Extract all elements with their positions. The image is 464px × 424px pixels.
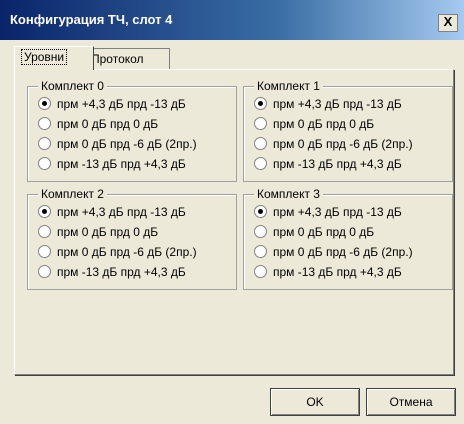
- radio-option[interactable]: прм +4,3 дБ прд -13 дБ: [254, 203, 402, 221]
- tab-panel-levels: Комплект 0 прм +4,3 дБ прд -13 дБ прм 0 …: [14, 69, 454, 375]
- radio-option[interactable]: прм 0 дБ прд -6 дБ (2пр.): [254, 243, 413, 261]
- tab-levels[interactable]: Уровни: [14, 46, 94, 70]
- radio-label: прм +4,3 дБ прд -13 дБ: [57, 205, 186, 219]
- tab-protocol[interactable]: Протокол: [84, 48, 170, 69]
- radio-icon[interactable]: [254, 245, 267, 259]
- radio-option[interactable]: прм 0 дБ прд 0 дБ: [254, 115, 374, 133]
- cancel-button[interactable]: Отмена: [366, 388, 456, 416]
- radio-icon[interactable]: [38, 157, 51, 171]
- group-legend: Комплект 0: [38, 79, 107, 93]
- radio-icon[interactable]: [38, 245, 51, 259]
- radio-icon[interactable]: [254, 97, 267, 111]
- radio-label: прм -13 дБ прд +4,3 дБ: [273, 265, 402, 279]
- radio-option[interactable]: прм 0 дБ прд -6 дБ (2пр.): [38, 135, 197, 153]
- radio-label: прм +4,3 дБ прд -13 дБ: [57, 97, 186, 111]
- radio-label: прм -13 дБ прд +4,3 дБ: [57, 157, 186, 171]
- radio-icon[interactable]: [254, 117, 267, 131]
- radio-label: прм 0 дБ прд -6 дБ (2пр.): [273, 245, 413, 259]
- tab-protocol-label: Протокол: [91, 52, 144, 66]
- group-komplekt-2: Комплект 2 прм +4,3 дБ прд -13 дБ прм 0 …: [27, 187, 237, 290]
- close-button[interactable]: X: [438, 14, 458, 32]
- radio-label: прм +4,3 дБ прд -13 дБ: [273, 97, 402, 111]
- radio-label: прм 0 дБ прд 0 дБ: [273, 117, 375, 131]
- ok-button[interactable]: OK: [270, 388, 360, 416]
- radio-icon[interactable]: [254, 137, 267, 151]
- radio-option[interactable]: прм -13 дБ прд +4,3 дБ: [254, 155, 402, 173]
- group-komplekt-0: Комплект 0 прм +4,3 дБ прд -13 дБ прм 0 …: [27, 79, 237, 182]
- radio-icon[interactable]: [38, 97, 51, 111]
- group-komplekt-1: Комплект 1 прм +4,3 дБ прд -13 дБ прм 0 …: [243, 79, 453, 182]
- radio-option[interactable]: прм +4,3 дБ прд -13 дБ: [38, 95, 186, 113]
- radio-option[interactable]: прм 0 дБ прд -6 дБ (2пр.): [38, 243, 197, 261]
- radio-icon[interactable]: [38, 117, 51, 131]
- window-title: Конфигурация ТЧ, слот 4: [10, 12, 173, 27]
- radio-icon[interactable]: [38, 225, 51, 239]
- radio-label: прм +4,3 дБ прд -13 дБ: [273, 205, 402, 219]
- radio-label: прм 0 дБ прд -6 дБ (2пр.): [57, 245, 197, 259]
- tab-levels-label: Уровни: [21, 49, 68, 65]
- dialog-window: Конфигурация ТЧ, слот 4 X Уровни Протоко…: [0, 0, 464, 424]
- radio-label: прм -13 дБ прд +4,3 дБ: [57, 265, 186, 279]
- radio-option[interactable]: прм -13 дБ прд +4,3 дБ: [254, 263, 402, 281]
- radio-icon[interactable]: [254, 205, 267, 219]
- radio-option[interactable]: прм +4,3 дБ прд -13 дБ: [38, 203, 186, 221]
- group-komplekt-3: Комплект 3 прм +4,3 дБ прд -13 дБ прм 0 …: [243, 187, 453, 290]
- radio-icon[interactable]: [38, 265, 51, 279]
- radio-option[interactable]: прм +4,3 дБ прд -13 дБ: [254, 95, 402, 113]
- radio-option[interactable]: прм 0 дБ прд 0 дБ: [38, 115, 158, 133]
- radio-label: прм 0 дБ прд 0 дБ: [57, 225, 159, 239]
- radio-label: прм 0 дБ прд 0 дБ: [273, 225, 375, 239]
- radio-icon[interactable]: [254, 265, 267, 279]
- radio-label: прм 0 дБ прд 0 дБ: [57, 117, 159, 131]
- radio-option[interactable]: прм 0 дБ прд 0 дБ: [254, 223, 374, 241]
- title-bar[interactable]: Конфигурация ТЧ, слот 4 X: [0, 0, 464, 40]
- radio-option[interactable]: прм 0 дБ прд -6 дБ (2пр.): [254, 135, 413, 153]
- group-legend: Комплект 2: [38, 187, 107, 201]
- radio-option[interactable]: прм -13 дБ прд +4,3 дБ: [38, 155, 186, 173]
- radio-label: прм -13 дБ прд +4,3 дБ: [273, 157, 402, 171]
- group-legend: Комплект 1: [254, 79, 323, 93]
- radio-label: прм 0 дБ прд -6 дБ (2пр.): [273, 137, 413, 151]
- radio-icon[interactable]: [254, 225, 267, 239]
- radio-icon[interactable]: [38, 205, 51, 219]
- radio-option[interactable]: прм -13 дБ прд +4,3 дБ: [38, 263, 186, 281]
- group-legend: Комплект 3: [254, 187, 323, 201]
- radio-option[interactable]: прм 0 дБ прд 0 дБ: [38, 223, 158, 241]
- radio-label: прм 0 дБ прд -6 дБ (2пр.): [57, 137, 197, 151]
- radio-icon[interactable]: [254, 157, 267, 171]
- radio-icon[interactable]: [38, 137, 51, 151]
